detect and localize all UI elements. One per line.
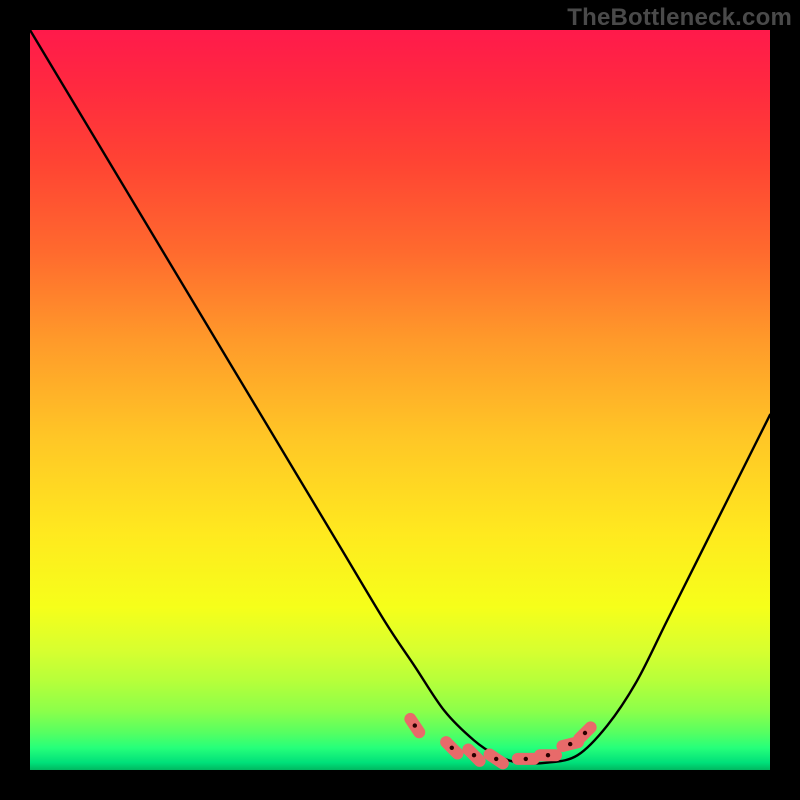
highlight-marker-dot — [413, 723, 417, 727]
plot-area — [30, 30, 770, 770]
watermark-text: TheBottleneck.com — [567, 4, 792, 32]
highlight-marker-dot — [472, 753, 476, 757]
highlight-markers — [402, 711, 599, 772]
bottleneck-curve — [30, 30, 770, 764]
highlight-marker-dot — [568, 742, 572, 746]
chart-svg — [30, 30, 770, 770]
highlight-marker-dot — [524, 757, 528, 761]
highlight-marker-dot — [494, 757, 498, 761]
highlight-marker-dot — [450, 746, 454, 750]
chart-stage: TheBottleneck.com — [0, 0, 800, 800]
highlight-marker-dot — [583, 731, 587, 735]
highlight-marker-dot — [546, 753, 550, 757]
